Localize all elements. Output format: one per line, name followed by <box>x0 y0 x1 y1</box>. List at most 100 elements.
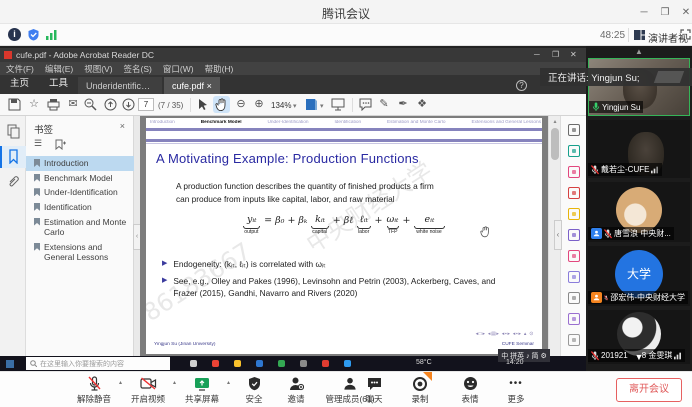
doc-tab-underidentification[interactable]: Underidentification... <box>78 77 162 94</box>
mic-options-caret-icon[interactable]: ▴ <box>119 379 122 386</box>
attachments-icon[interactable] <box>6 174 21 189</box>
tab-home[interactable]: 主页 <box>0 71 39 94</box>
stamps-icon[interactable]: ❖ <box>415 97 429 112</box>
chevron-down-icon[interactable]: ▾ <box>672 32 676 40</box>
acrobat-maximize-button[interactable]: ❐ <box>552 50 559 59</box>
chat-button[interactable]: 聊天 <box>356 375 392 405</box>
star-icon[interactable]: ☆ <box>27 97 41 112</box>
participant-tile-yingjun-su[interactable]: Yingjun Su <box>588 58 690 116</box>
more-tools-icon[interactable] <box>568 334 580 346</box>
save-icon[interactable] <box>8 98 21 111</box>
pencil-annotate-icon[interactable]: ✎ <box>377 97 391 112</box>
fill-sign-tool-icon[interactable] <box>568 208 580 220</box>
maximize-button[interactable]: ❐ <box>658 7 672 18</box>
tab-close-icon[interactable]: × <box>207 81 212 91</box>
menu-sign[interactable]: 签名(S) <box>124 63 152 75</box>
taskbar-search-box[interactable]: 在这里输入你要搜索的内容 <box>26 357 170 370</box>
menu-view[interactable]: 视图(V) <box>84 63 112 75</box>
doc-tab-cufe[interactable]: cufe.pdf × <box>164 77 220 94</box>
taskbar-app-icon[interactable] <box>322 360 329 367</box>
fullscreen-icon[interactable] <box>680 29 691 40</box>
bookmark-item-identification[interactable]: Identification <box>26 200 134 215</box>
export-pdf-icon[interactable] <box>568 145 580 157</box>
search-tool-icon[interactable] <box>568 124 580 136</box>
taskbar-app-icon[interactable] <box>344 360 351 367</box>
start-video-button[interactable]: 开启视频 <box>126 375 170 405</box>
acrobat-close-button[interactable]: ✕ <box>570 50 577 59</box>
previous-page-icon[interactable] <box>104 98 117 111</box>
print-icon[interactable] <box>47 98 60 111</box>
help-icon[interactable]: ? <box>516 80 527 91</box>
add-bookmark-icon[interactable] <box>54 139 66 150</box>
video-options-caret-icon[interactable]: ▴ <box>173 379 176 386</box>
close-button[interactable]: ✕ <box>679 7 692 18</box>
invite-button[interactable]: 邀请 <box>278 375 314 405</box>
next-page-icon[interactable] <box>122 98 135 111</box>
zoom-caret-icon[interactable]: ▾ <box>293 102 297 110</box>
scrollbar-thumb[interactable] <box>551 128 559 160</box>
bookmark-item-benchmark-model[interactable]: Benchmark Model <box>26 171 134 186</box>
more-button[interactable]: ••• 更多 <box>496 375 536 405</box>
tab-tools[interactable]: 工具 <box>39 71 78 94</box>
taskbar-app-icon[interactable] <box>256 360 263 367</box>
certificates-tool-icon[interactable] <box>568 313 580 325</box>
acrobat-minimize-button[interactable]: ─ <box>534 50 540 59</box>
signal-icon <box>674 352 682 360</box>
edit-pdf-icon[interactable] <box>568 187 580 199</box>
record-button[interactable]: 录制 <box>400 375 440 405</box>
zoom-level-select[interactable]: 134% <box>271 101 291 110</box>
meeting-info-icon[interactable]: i <box>8 28 21 41</box>
scroll-up-icon[interactable]: ▲ <box>586 47 692 56</box>
zoom-in-icon[interactable]: ⊕ <box>252 97 266 112</box>
page-display-icon[interactable] <box>305 98 318 111</box>
page-display-caret-icon[interactable]: ▾ <box>320 102 324 110</box>
comment-tool-icon[interactable] <box>568 250 580 262</box>
bookmarks-close-icon[interactable]: × <box>120 121 125 131</box>
stamp-tool-icon[interactable] <box>568 292 580 304</box>
email-icon[interactable]: ✉ <box>66 97 80 112</box>
presentation-mode-icon[interactable] <box>331 98 345 111</box>
menu-help[interactable]: 帮助(H) <box>205 63 234 75</box>
taskbar-app-icon[interactable] <box>278 360 285 367</box>
bookmark-item-extensions[interactable]: Extensions and General Lessons <box>26 240 134 265</box>
taskbar-app-icon[interactable] <box>300 360 307 367</box>
taskbar-clock[interactable]: 14:20 <box>506 359 524 366</box>
select-cursor-icon[interactable] <box>197 98 209 111</box>
minimize-button[interactable]: ─ <box>637 7 651 18</box>
taskbar-app-icon[interactable] <box>190 360 197 367</box>
menu-window[interactable]: 窗口(W) <box>163 63 194 75</box>
participant-tile-shaohongwei[interactable]: 大学 邵宏伟-中央财经大学 <box>588 246 690 306</box>
network-signal-icon[interactable] <box>46 30 58 40</box>
scroll-down-icon[interactable]: ▼ <box>616 352 662 362</box>
share-options-caret-icon[interactable]: ▴ <box>227 379 230 386</box>
start-icon[interactable] <box>6 360 14 368</box>
leave-meeting-button[interactable]: 离开会议 <box>616 378 682 402</box>
hand-tool-icon[interactable] <box>215 98 228 112</box>
participant-tile-dairuochen[interactable]: 戴若尘-CUFE <box>588 120 690 178</box>
taskbar-app-icon[interactable] <box>212 360 219 367</box>
security-button[interactable]: 安全 <box>236 375 272 405</box>
bookmark-item-estimation[interactable]: Estimation and Monte Carlo <box>26 215 134 240</box>
zoom-out-magnifier-icon[interactable] <box>84 98 97 111</box>
participant-tile-tangxue[interactable]: 唐雪浪 中央财... <box>588 182 690 242</box>
unmute-button[interactable]: 解除静音 <box>72 375 116 405</box>
protect-tool-icon[interactable] <box>568 271 580 283</box>
emoji-button[interactable]: 表情 <box>450 375 490 405</box>
taskbar-app-icon[interactable] <box>234 360 241 367</box>
page-number-input[interactable]: 7 <box>138 98 154 111</box>
bookmark-item-under-identification[interactable]: Under-Identification <box>26 185 134 200</box>
zoom-out-icon[interactable]: ⊖ <box>234 97 248 112</box>
combine-files-icon[interactable] <box>568 229 580 241</box>
tools-pane-expand-handle[interactable]: ‹ <box>554 220 562 250</box>
fill-sign-icon[interactable]: ✒ <box>396 97 410 112</box>
bookmarks-options-icon[interactable]: ☰ <box>34 138 42 149</box>
taskbar-weather[interactable]: 58°C <box>416 359 432 366</box>
share-screen-button[interactable]: 共享屏幕 <box>180 375 224 405</box>
create-pdf-icon[interactable] <box>568 166 580 178</box>
scrollbar-up-icon[interactable]: ▴ <box>550 118 560 125</box>
bookmark-item-introduction[interactable]: Introduction <box>26 156 134 171</box>
security-shield-icon[interactable] <box>27 28 40 41</box>
comment-icon[interactable] <box>359 98 372 111</box>
page-thumbnails-icon[interactable] <box>6 124 21 139</box>
bookmarks-icon[interactable] <box>6 149 21 164</box>
